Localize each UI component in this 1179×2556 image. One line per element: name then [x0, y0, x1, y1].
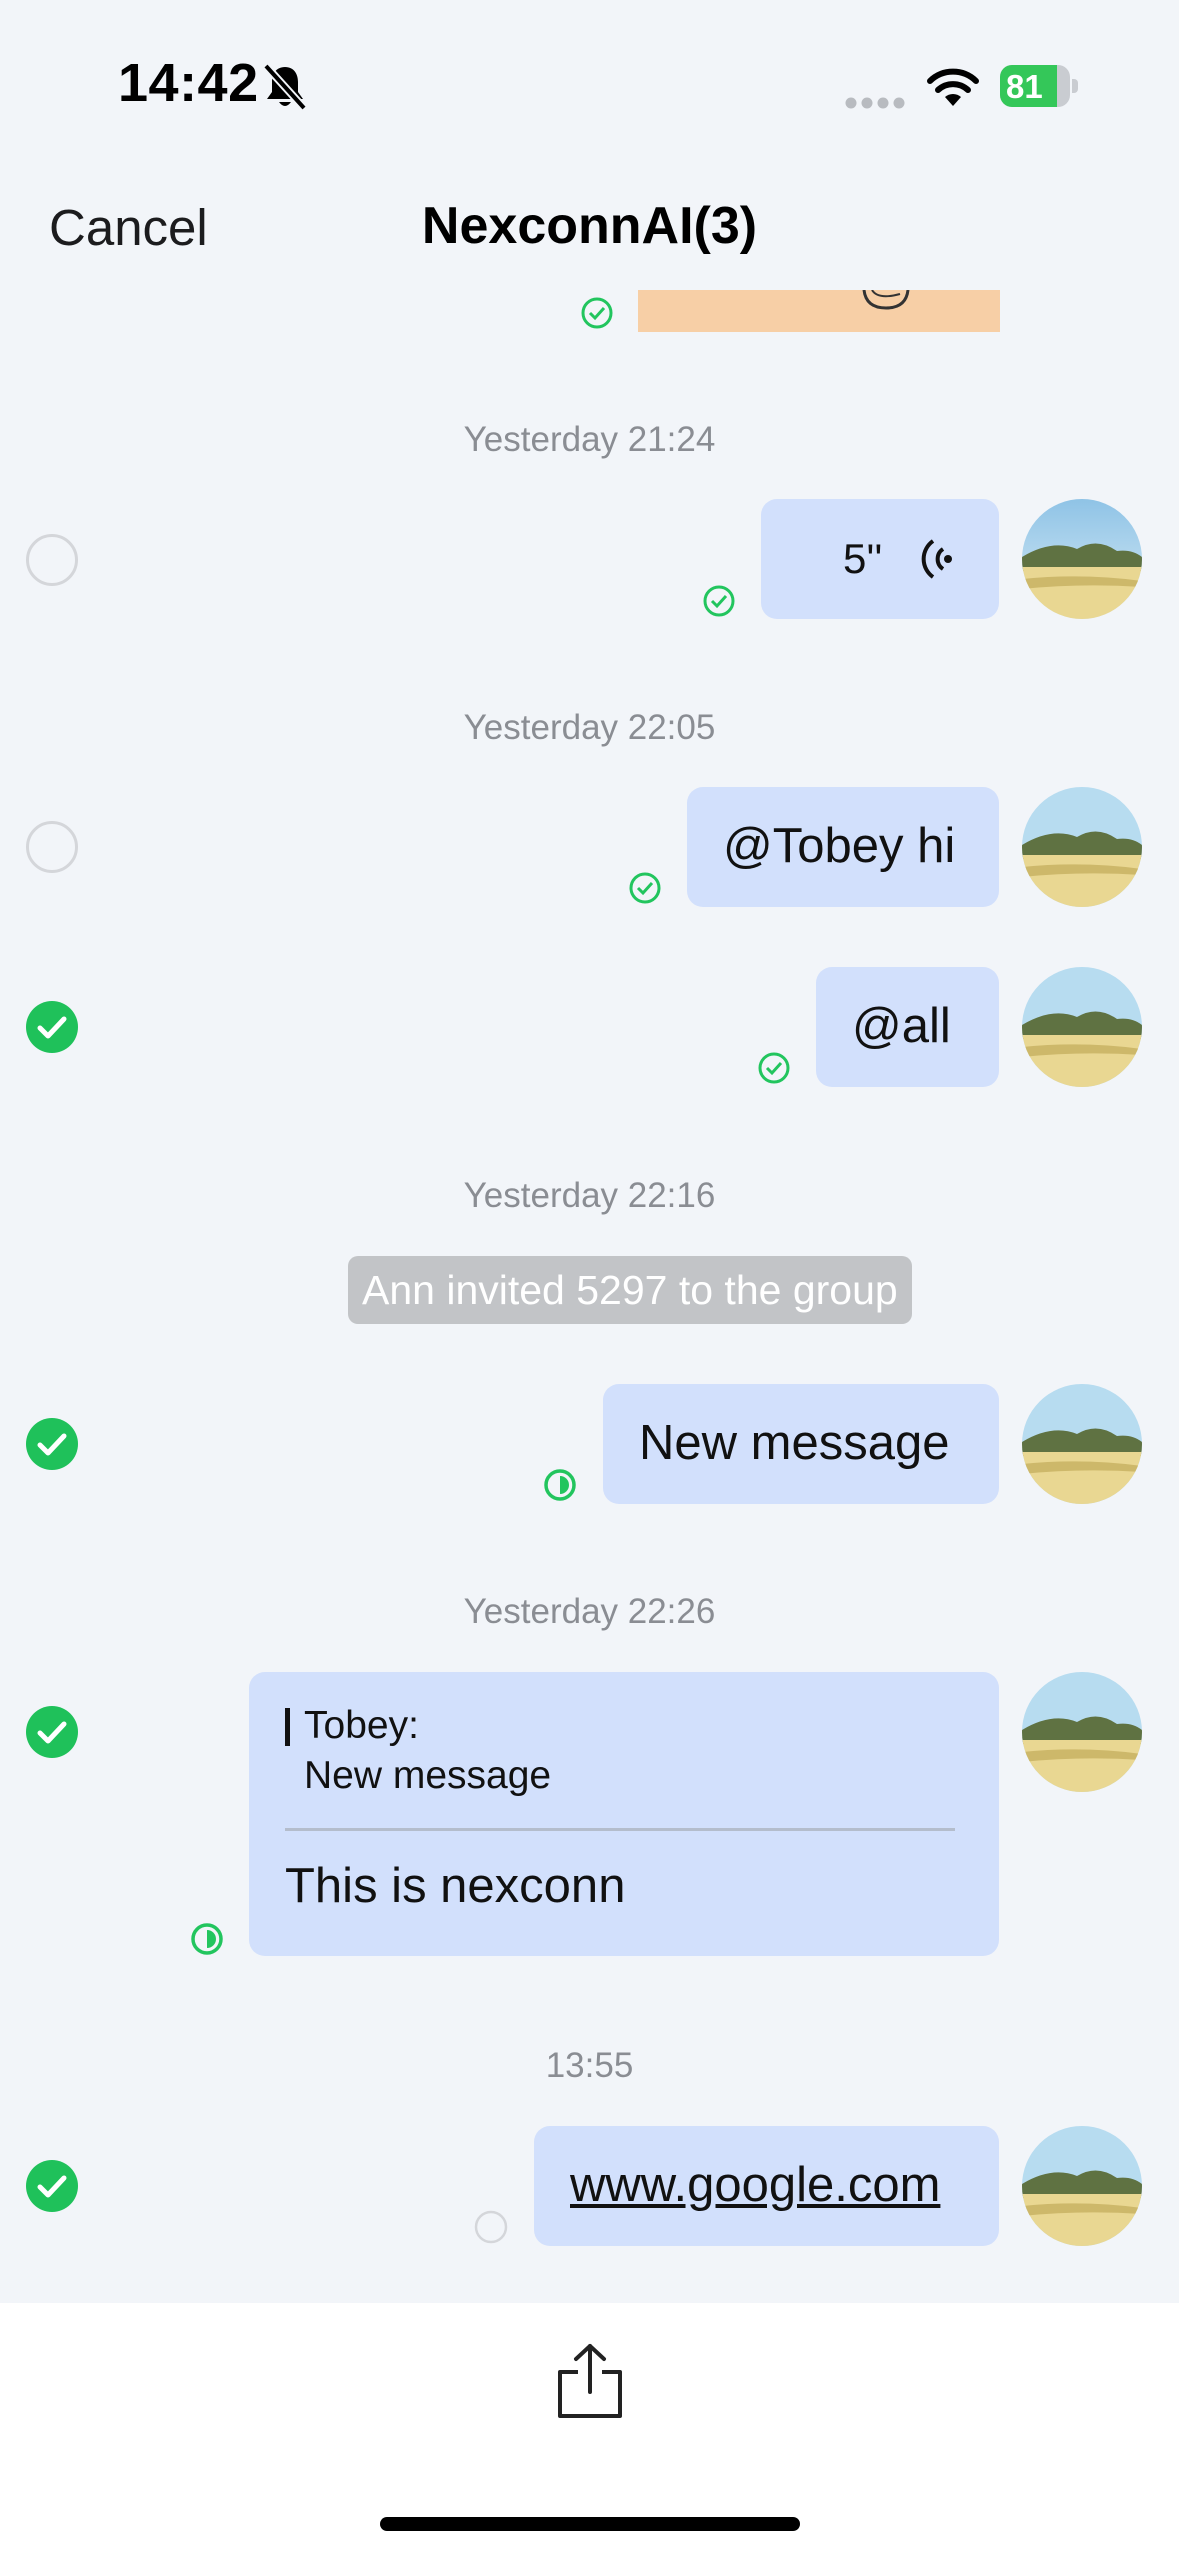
quote-divider: [285, 1828, 955, 1831]
avatar[interactable]: [1022, 967, 1142, 1087]
avatar[interactable]: [1022, 787, 1142, 907]
unread-circle-icon: [474, 2210, 508, 2244]
read-check-icon: [702, 584, 736, 618]
reply-message-bubble[interactable]: Tobey: New message This is nexconn: [249, 1672, 999, 1956]
text-message-bubble[interactable]: @all: [816, 967, 999, 1087]
select-checkbox-checked[interactable]: [26, 1706, 78, 1758]
image-content: [862, 290, 910, 310]
message-list[interactable]: Yesterday 21:24 5'' Yesterday 22:05 @Tob…: [0, 290, 1179, 2252]
system-notice: Ann invited 5297 to the group: [348, 1256, 912, 1324]
read-check-icon: [580, 296, 614, 330]
timestamp: Yesterday 22:05: [463, 708, 716, 747]
avatar[interactable]: [1022, 1384, 1142, 1504]
image-message[interactable]: [638, 290, 1000, 332]
avatar[interactable]: [1022, 499, 1142, 619]
select-checkbox-checked[interactable]: [26, 1418, 78, 1470]
battery-icon: 81: [1000, 65, 1078, 107]
status-time: 14:42: [118, 53, 259, 113]
checkmark-icon: [37, 1721, 67, 1744]
partial-read-icon: [543, 1468, 577, 1502]
avatar[interactable]: [1022, 2126, 1142, 2246]
timestamp: Yesterday 21:24: [463, 420, 716, 459]
message-link[interactable]: www.google.com: [570, 2157, 940, 2213]
read-check-icon: [628, 871, 662, 905]
link-message-bubble[interactable]: www.google.com: [534, 2126, 999, 2246]
select-checkbox[interactable]: [26, 821, 78, 873]
message-text: @Tobey hi: [723, 819, 956, 873]
voice-message-bubble[interactable]: 5'': [761, 499, 999, 619]
read-check-icon: [757, 1051, 791, 1085]
message-text: @all: [852, 999, 951, 1053]
select-checkbox-checked[interactable]: [26, 1001, 78, 1053]
timestamp: 13:55: [545, 2046, 634, 2085]
page-title: NexconnAI(3): [421, 197, 758, 255]
avatar[interactable]: [1022, 1672, 1142, 1792]
timestamp: Yesterday 22:16: [463, 1176, 716, 1215]
checkmark-icon: [37, 2175, 67, 2198]
select-checkbox[interactable]: [26, 534, 78, 586]
battery-level: 81: [1006, 68, 1043, 105]
checkmark-icon: [37, 1016, 67, 1039]
select-checkbox-checked[interactable]: [26, 2160, 78, 2212]
text-message-bubble[interactable]: New message: [603, 1384, 999, 1504]
signal-icon: [845, 96, 905, 109]
quote-author: Tobey:: [304, 1704, 419, 1747]
quote-bar: [285, 1708, 290, 1746]
text-message-bubble[interactable]: @Tobey hi: [687, 787, 999, 907]
quote-text: New message: [304, 1754, 552, 1797]
share-icon[interactable]: [556, 2342, 624, 2420]
message-text: New message: [639, 1416, 950, 1470]
checkmark-icon: [37, 1433, 67, 1456]
partial-read-icon: [190, 1922, 224, 1956]
message-text: This is nexconn: [285, 1859, 626, 1913]
home-indicator: [380, 2517, 800, 2531]
voice-wave-icon: [921, 537, 955, 581]
wifi-icon: [925, 66, 981, 108]
timestamp: Yesterday 22:26: [463, 1592, 716, 1631]
bell-slash-icon: [262, 62, 308, 112]
voice-duration: 5'': [843, 535, 883, 582]
